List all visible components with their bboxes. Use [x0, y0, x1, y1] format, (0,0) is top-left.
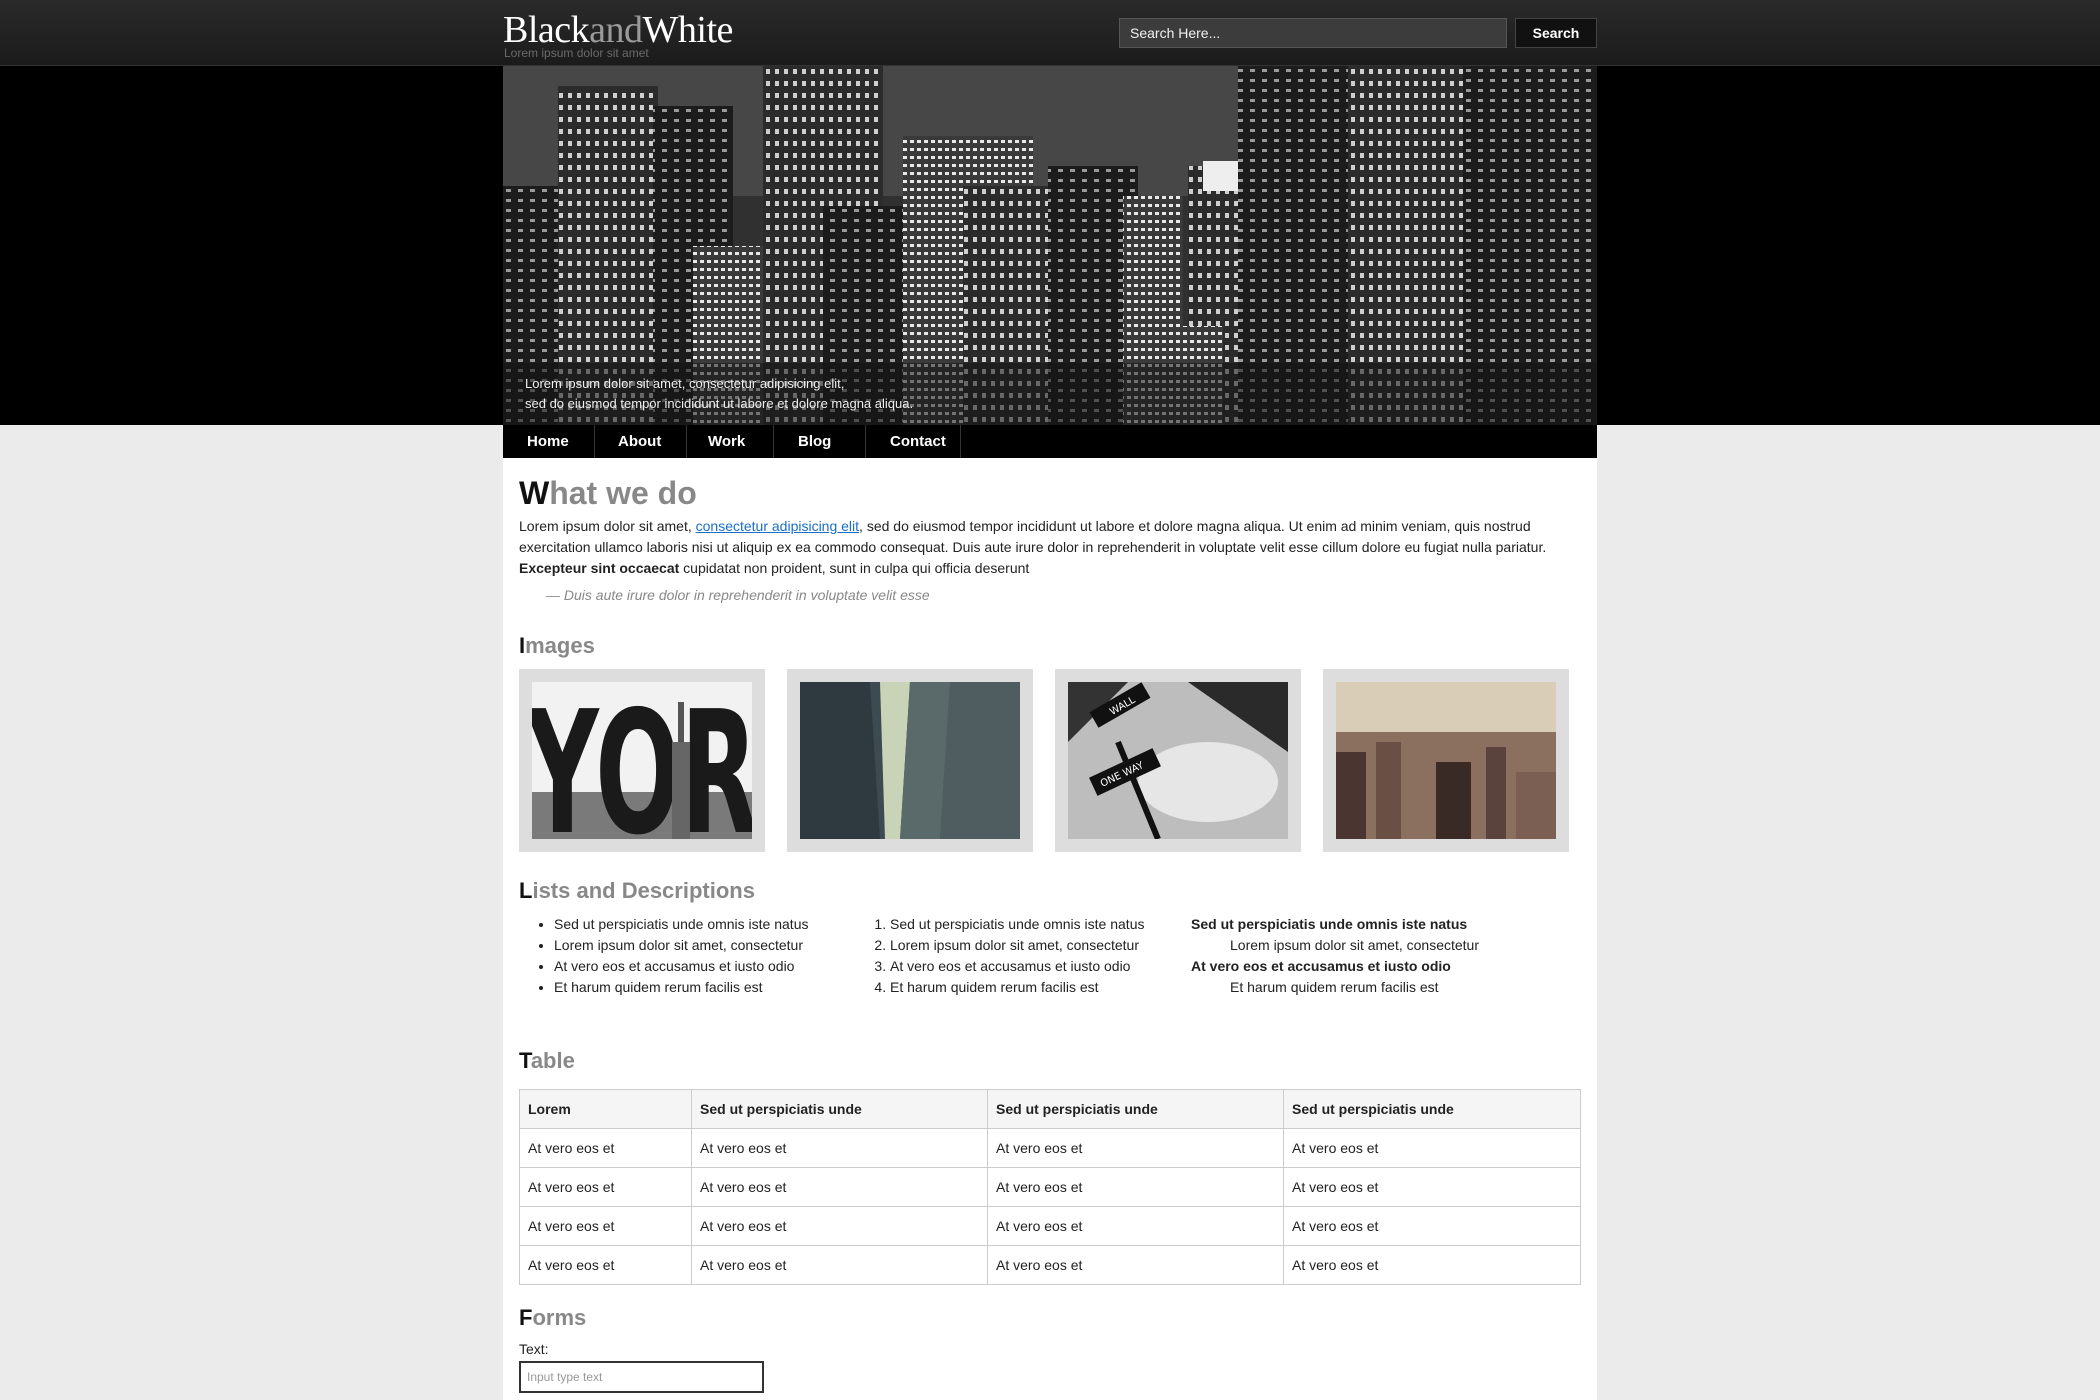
table-header-row: Lorem Sed ut perspiciatis unde Sed ut pe…: [519, 1089, 1581, 1129]
search-button[interactable]: Search: [1515, 18, 1597, 48]
table-cell: At vero eos et: [519, 1206, 692, 1246]
street-canyon-image: [800, 682, 1020, 839]
text-input-field[interactable]: [519, 1361, 764, 1393]
list-item: Lorem ipsum dolor sit amet, consectetur: [890, 935, 1191, 956]
data-table: Lorem Sed ut perspiciatis unde Sed ut pe…: [519, 1089, 1581, 1285]
table-cell: At vero eos et: [691, 1245, 988, 1285]
definition-list: Sed ut perspiciatis unde omnis iste natu…: [1191, 914, 1479, 998]
main-nav: Home About Work Blog Contact: [503, 425, 1597, 458]
gallery-thumb-york[interactable]: YOR: [519, 669, 765, 852]
gallery-thumb-skyline[interactable]: [1323, 669, 1569, 852]
list-item: At vero eos et accusamus et iusto odio: [554, 956, 855, 977]
section-title-images: Images: [519, 633, 595, 658]
nav-item-contact[interactable]: Contact: [866, 425, 961, 458]
hero-caption-line2: sed do eiusmod tempor incididunt ut labo…: [525, 396, 914, 411]
table-cell: At vero eos et: [691, 1206, 988, 1246]
section-title-forms: Forms: [519, 1305, 587, 1330]
list-item: At vero eos et accusamus et iusto odio: [890, 956, 1191, 977]
table-cell: At vero eos et: [519, 1128, 692, 1168]
nav-item-home[interactable]: Home: [503, 425, 595, 458]
logo-part-white: White: [642, 9, 734, 51]
gallery-thumb-wall-street[interactable]: WALL ONE WAY: [1055, 669, 1301, 852]
table-cell: At vero eos et: [519, 1245, 692, 1285]
hero-caption-line1: Lorem ipsum dolor sit amet, consectetur …: [525, 376, 845, 391]
unordered-list: Sed ut perspiciatis unde omnis iste natu…: [519, 914, 855, 998]
table-header-cell: Lorem: [519, 1089, 692, 1129]
lists-section: Sed ut perspiciatis unde omnis iste natu…: [519, 914, 1581, 998]
list-item: Et harum quidem rerum facilis est: [890, 977, 1191, 998]
table-cell: At vero eos et: [987, 1128, 1284, 1168]
list-item: Sed ut perspiciatis unde omnis iste natu…: [554, 914, 855, 935]
ordered-list: Sed ut perspiciatis unde omnis iste natu…: [855, 914, 1191, 998]
table-row: At vero eos et At vero eos et At vero eo…: [519, 1167, 1581, 1207]
top-header-bar: [0, 0, 2100, 66]
hero-caption: Lorem ipsum dolor sit amet, consectetur …: [503, 363, 1597, 425]
definition-term: Sed ut perspiciatis unde omnis iste natu…: [1191, 916, 1468, 932]
search-input[interactable]: [1119, 18, 1507, 48]
table-cell: At vero eos et: [1283, 1206, 1581, 1246]
logo-part-and: and: [589, 9, 643, 51]
table-row: At vero eos et At vero eos et At vero eo…: [519, 1128, 1581, 1168]
definition-desc: Et harum quidem rerum facilis est: [1230, 979, 1439, 995]
table-header-cell: Sed ut perspiciatis unde: [987, 1089, 1284, 1129]
table-cell: At vero eos et: [1283, 1128, 1581, 1168]
table-cell: At vero eos et: [691, 1167, 988, 1207]
section-title-lists: Lists and Descriptions: [519, 878, 755, 903]
logo-part-black: Black: [503, 9, 590, 51]
table-header-cell: Sed ut perspiciatis unde: [1283, 1089, 1581, 1129]
list-item: Lorem ipsum dolor sit amet, consectetur: [554, 935, 855, 956]
table-cell: At vero eos et: [987, 1206, 1284, 1246]
table-cell: At vero eos et: [691, 1128, 988, 1168]
intro-quote: — Duis aute irure dolor in reprehenderit…: [546, 587, 930, 603]
table-row: At vero eos et At vero eos et At vero eo…: [519, 1206, 1581, 1246]
site-tagline: Lorem ipsum dolor sit amet: [504, 46, 649, 60]
gallery-thumb-street[interactable]: [787, 669, 1033, 852]
wall-street-sign-image: WALL ONE WAY: [1068, 682, 1288, 839]
image-gallery: YOR WALL ONE WAY: [519, 669, 1581, 852]
york-letters-text: YOR: [532, 682, 752, 839]
list-item: Sed ut perspiciatis unde omnis iste natu…: [890, 914, 1191, 935]
definition-term: At vero eos et accusamus et iusto odio: [1191, 958, 1451, 974]
list-item: Et harum quidem rerum facilis est: [554, 977, 855, 998]
main-content: What we do Lorem ipsum dolor sit amet, c…: [503, 458, 1597, 1400]
definition-desc: Lorem ipsum dolor sit amet, consectetur: [1230, 937, 1479, 953]
table-cell: At vero eos et: [519, 1167, 692, 1207]
intro-link[interactable]: consectetur adipisicing elit: [696, 518, 859, 534]
nav-item-about[interactable]: About: [595, 425, 687, 458]
section-title-table: Table: [519, 1048, 575, 1073]
text-field-label: Text:: [519, 1341, 549, 1357]
nav-item-work[interactable]: Work: [687, 425, 774, 458]
table-cell: At vero eos et: [1283, 1167, 1581, 1207]
hero-banner: Lorem ipsum dolor sit amet, consectetur …: [503, 66, 1597, 425]
table-cell: At vero eos et: [987, 1167, 1284, 1207]
sepia-skyline-image: [1336, 682, 1556, 839]
table-header-cell: Sed ut perspiciatis unde: [691, 1089, 988, 1129]
table-cell: At vero eos et: [1283, 1245, 1581, 1285]
nav-item-blog[interactable]: Blog: [774, 425, 866, 458]
york-letters-image: YOR: [532, 682, 752, 839]
table-row: At vero eos et At vero eos et At vero eo…: [519, 1245, 1581, 1285]
intro-paragraph: Lorem ipsum dolor sit amet, consectetur …: [519, 518, 1547, 576]
section-title-what-we-do: What we do: [519, 475, 697, 511]
table-cell: At vero eos et: [987, 1245, 1284, 1285]
